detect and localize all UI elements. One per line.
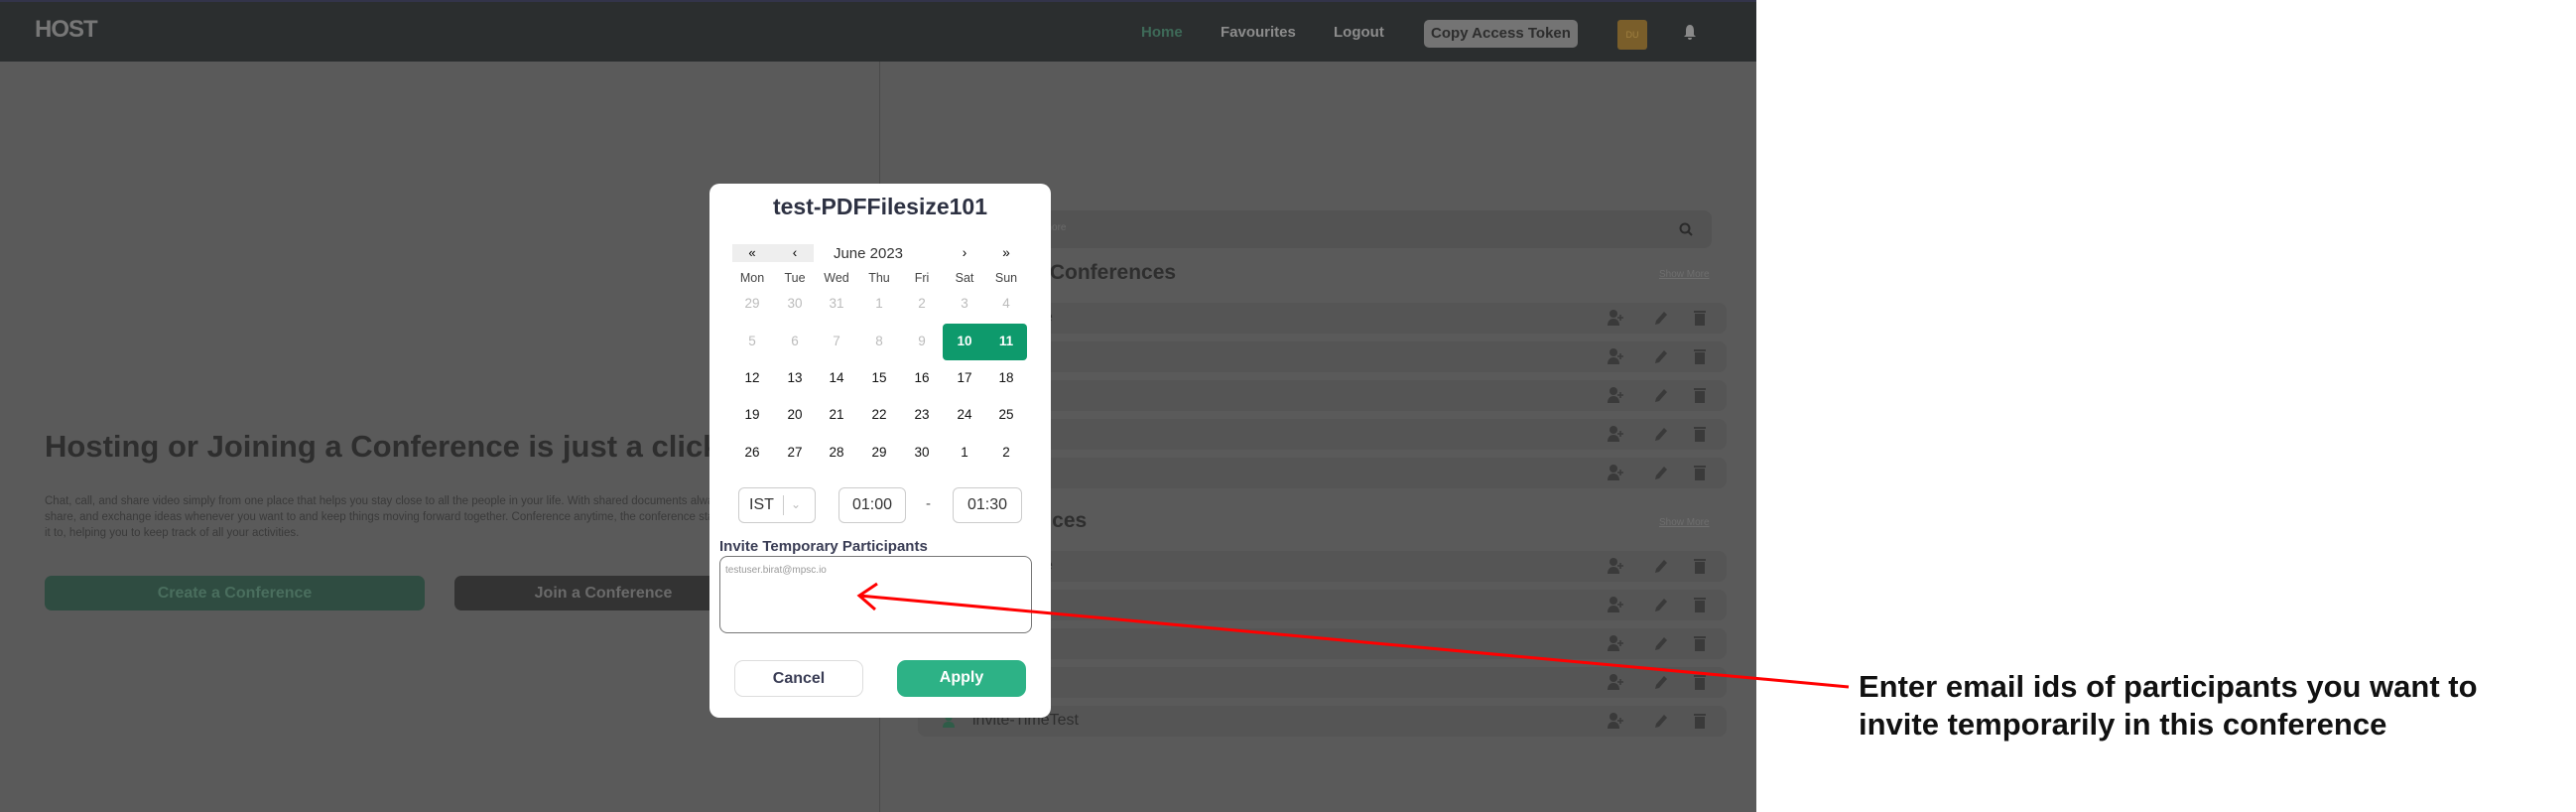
annotation-line-2: invite temporarily in this conference <box>1859 707 2387 742</box>
annotation-line-1: Enter email ids of participants you want… <box>1859 669 2478 704</box>
annotation-text: Enter email ids of participants you want… <box>1859 668 2478 744</box>
